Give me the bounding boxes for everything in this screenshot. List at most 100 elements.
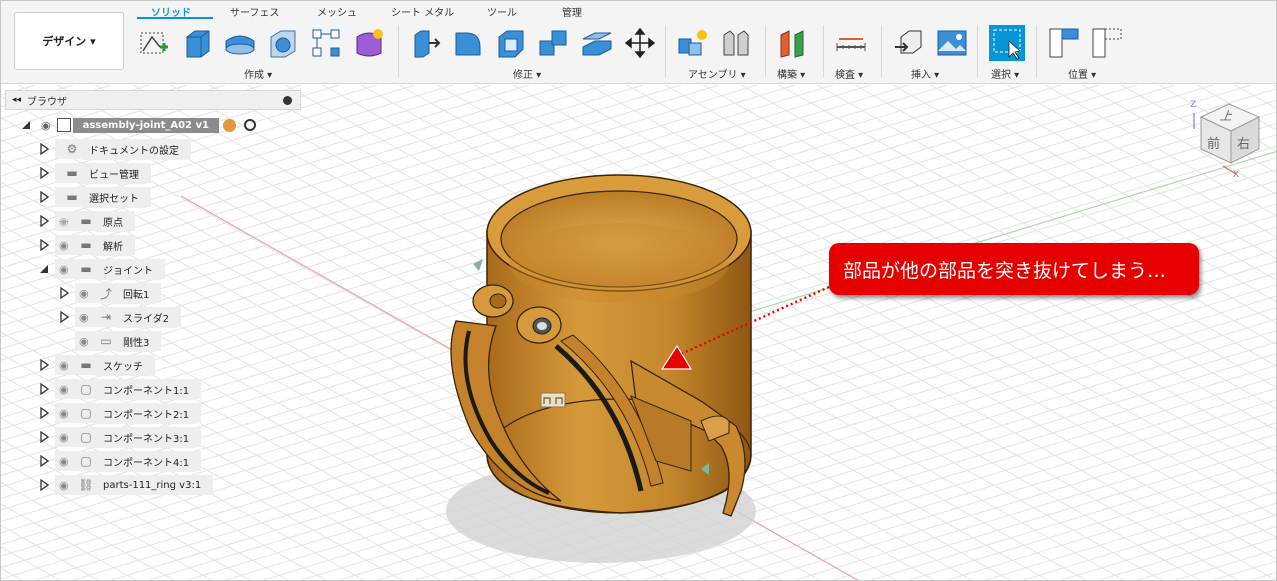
fillet-icon[interactable] xyxy=(452,27,484,59)
expand-caret-icon[interactable] xyxy=(39,479,49,491)
activate-radio-icon[interactable] xyxy=(243,119,256,131)
browser-root-row[interactable]: ◉ assembly-joint_A02 v1 xyxy=(21,115,256,135)
group-insert-label[interactable]: 挿入 ▾ xyxy=(911,66,939,81)
create-sketch-icon[interactable] xyxy=(138,27,170,59)
press-pull-icon[interactable] xyxy=(409,27,441,59)
activate-icon[interactable] xyxy=(222,118,236,132)
eye-icon[interactable]: ◉ xyxy=(79,287,97,300)
eye-icon[interactable]: ◉ xyxy=(41,119,51,132)
group-create-label[interactable]: 作成 ▾ xyxy=(244,66,272,81)
browser-item-label[interactable]: スライダ2 xyxy=(115,306,177,328)
create-form-icon[interactable] xyxy=(353,27,385,59)
browser-item-row[interactable]: ◉ ▬ 解析 xyxy=(39,234,135,256)
eye-icon[interactable]: ◉ xyxy=(79,311,97,324)
collapse-panel-icon[interactable]: ◂◂ xyxy=(12,95,21,105)
expand-caret-icon[interactable] xyxy=(59,311,69,323)
root-component-label[interactable]: assembly-joint_A02 v1 xyxy=(72,117,219,133)
workspace-switcher[interactable]: デザイン ▾ xyxy=(14,12,124,70)
insert-derive-icon[interactable] xyxy=(893,27,925,59)
browser-item-label[interactable]: ジョイント xyxy=(95,258,161,280)
collapse-caret-icon[interactable] xyxy=(39,263,49,275)
pattern-icon[interactable] xyxy=(310,27,342,59)
browser-item-row[interactable]: ◉ ▢ コンポーネント4:1 xyxy=(39,450,202,472)
browser-item-label[interactable]: ビュー管理 xyxy=(81,162,147,184)
align-icon[interactable] xyxy=(1048,27,1080,59)
eye-icon[interactable]: ◉ xyxy=(59,359,77,372)
browser-item-row[interactable]: ◉ ▬ スケッチ xyxy=(39,354,155,376)
revolve-icon[interactable] xyxy=(224,27,256,59)
eye-icon[interactable]: ◉ xyxy=(59,263,77,276)
group-modify-label[interactable]: 修正 ▾ xyxy=(513,66,541,81)
browser-item-label[interactable]: スケッチ xyxy=(95,354,151,376)
browser-item-label[interactable]: 原点 xyxy=(95,210,131,232)
shell-icon[interactable] xyxy=(495,27,527,59)
browser-item-row[interactable]: ◉ ▢ コンポーネント1:1 xyxy=(39,378,202,400)
new-component-icon[interactable] xyxy=(677,27,709,59)
capture-position-icon[interactable] xyxy=(1091,27,1123,59)
group-construct-label[interactable]: 構築 ▾ xyxy=(777,66,805,81)
select-icon[interactable] xyxy=(989,25,1025,61)
insert-canvas-icon[interactable] xyxy=(936,27,968,59)
eye-icon[interactable]: ◉ xyxy=(59,431,77,444)
browser-item-row[interactable]: ◉ ⛓ parts-111_ring v3:1 xyxy=(39,475,214,495)
expand-caret-icon[interactable] xyxy=(39,431,49,443)
expand-caret-icon[interactable] xyxy=(39,455,49,467)
tab-manage[interactable]: 管理 xyxy=(562,4,582,19)
browser-item-label[interactable]: 選択セット xyxy=(81,186,147,208)
combine-icon[interactable] xyxy=(538,27,570,59)
offset-plane-icon[interactable] xyxy=(777,27,809,59)
group-inspect-label[interactable]: 検査 ▾ xyxy=(835,66,863,81)
eye-icon[interactable]: ◉ xyxy=(59,239,77,252)
group-position-label[interactable]: 位置 ▾ xyxy=(1068,66,1096,81)
tab-mesh[interactable]: メッシュ xyxy=(317,4,357,19)
browser-item-row[interactable]: ▬ 選択セット xyxy=(39,186,151,208)
browser-item-row[interactable]: ◉ ▬ ジョイント xyxy=(39,258,165,280)
eye-hidden-icon[interactable]: ◉ xyxy=(59,215,77,228)
browser-item-row[interactable]: ◉ ▬ 原点 xyxy=(39,210,135,232)
browser-item-label[interactable]: parts-111_ring v3:1 xyxy=(95,476,210,494)
browser-item-row[interactable]: ▬ ビュー管理 xyxy=(39,162,151,184)
measure-icon[interactable] xyxy=(835,27,867,59)
minimize-panel-icon[interactable] xyxy=(283,95,292,105)
browser-item-row[interactable]: ◉ ▢ コンポーネント2:1 xyxy=(39,402,202,424)
eye-icon[interactable]: ◉ xyxy=(59,383,77,396)
browser-item-label[interactable]: コンポーネント2:1 xyxy=(95,402,198,424)
browser-item-row[interactable]: ◉ ▭ 剛性3 xyxy=(59,330,162,352)
eye-icon[interactable]: ◉ xyxy=(79,335,97,348)
group-assemble-label[interactable]: アセンブリ ▾ xyxy=(688,66,746,81)
browser-item-row[interactable]: ◉ ⤴ 回転1 xyxy=(59,282,162,304)
eye-icon[interactable]: ◉ xyxy=(59,455,77,468)
browser-item-label[interactable]: 解析 xyxy=(95,234,131,256)
offset-face-icon[interactable] xyxy=(581,27,613,59)
move-copy-icon[interactable] xyxy=(624,27,656,59)
tab-sheet-metal[interactable]: シート メタル xyxy=(391,4,454,19)
browser-item-label[interactable]: 剛性3 xyxy=(115,330,158,352)
expand-caret-icon[interactable] xyxy=(39,239,49,251)
hole-icon[interactable] xyxy=(267,27,299,59)
eye-icon[interactable]: ◉ xyxy=(59,479,77,492)
browser-item-label[interactable]: 回転1 xyxy=(115,282,158,304)
browser-item-label[interactable]: コンポーネント1:1 xyxy=(95,378,198,400)
eye-icon[interactable]: ◉ xyxy=(59,407,77,420)
viewcube-front-label[interactable]: 前 xyxy=(1207,133,1220,152)
group-select-label[interactable]: 選択 ▾ xyxy=(991,66,1019,81)
collapse-caret-icon[interactable] xyxy=(21,119,31,131)
browser-item-row[interactable]: ◉ ⇥ スライダ2 xyxy=(59,306,181,328)
tab-tools[interactable]: ツール xyxy=(487,4,517,19)
browser-item-label[interactable]: コンポーネント3:1 xyxy=(95,426,198,448)
browser-item-label[interactable]: コンポーネント4:1 xyxy=(95,450,198,472)
expand-caret-icon[interactable] xyxy=(39,191,49,203)
tab-surface[interactable]: サーフェス xyxy=(230,4,279,19)
viewcube-right-label[interactable]: 右 xyxy=(1237,133,1250,152)
expand-caret-icon[interactable] xyxy=(39,359,49,371)
expand-caret-icon[interactable] xyxy=(39,143,49,155)
browser-item-label[interactable]: ドキュメントの設定 xyxy=(81,138,187,160)
expand-caret-icon[interactable] xyxy=(39,383,49,395)
joint-icon[interactable] xyxy=(720,27,752,59)
browser-item-row[interactable]: ◉ ▢ コンポーネント3:1 xyxy=(39,426,202,448)
expand-caret-icon[interactable] xyxy=(39,407,49,419)
expand-caret-icon[interactable] xyxy=(39,167,49,179)
extrude-icon[interactable] xyxy=(181,27,213,59)
assembly-model[interactable] xyxy=(450,174,752,517)
browser-item-row[interactable]: ⚙ ドキュメントの設定 xyxy=(39,138,191,160)
